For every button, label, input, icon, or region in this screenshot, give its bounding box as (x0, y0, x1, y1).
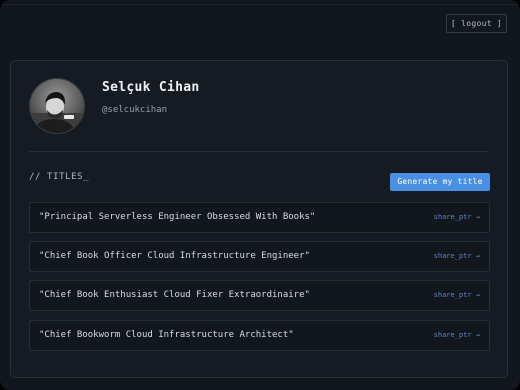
title-text: "Chief Bookworm Cloud Infrastructure Arc… (39, 330, 294, 340)
logout-button[interactable]: [ logout ] (446, 14, 507, 33)
share-link[interactable]: share_ptr → (434, 242, 480, 271)
title-text: "Chief Book Enthusiast Cloud Fixer Extra… (39, 290, 310, 300)
top-divider (0, 4, 520, 5)
title-text: "Chief Book Officer Cloud Infrastructure… (39, 251, 310, 261)
title-row: "Principal Serverless Engineer Obsessed … (29, 202, 490, 233)
share-link[interactable]: share_ptr → (434, 281, 480, 310)
section-divider (29, 151, 489, 152)
generate-title-button[interactable]: Generate my title (390, 173, 490, 191)
titles-section-label: // TITLES_ (29, 172, 90, 182)
share-link[interactable]: share_ptr → (434, 203, 480, 232)
profile-card: Selçuk Cihan @selcukcihan // TITLES_ Gen… (10, 60, 508, 378)
app-screen: [ logout ] Selçuk Cihan @selcukcihan // … (0, 0, 520, 390)
share-link[interactable]: share_ptr → (434, 321, 480, 350)
avatar-photo (30, 79, 84, 133)
profile-name: Selçuk Cihan (102, 80, 200, 95)
title-row: "Chief Bookworm Cloud Infrastructure Arc… (29, 320, 490, 351)
profile-handle: @selcukcihan (102, 105, 168, 115)
avatar (30, 79, 84, 133)
title-text: "Principal Serverless Engineer Obsessed … (39, 212, 316, 222)
title-row: "Chief Book Officer Cloud Infrastructure… (29, 241, 490, 272)
title-row: "Chief Book Enthusiast Cloud Fixer Extra… (29, 280, 490, 311)
